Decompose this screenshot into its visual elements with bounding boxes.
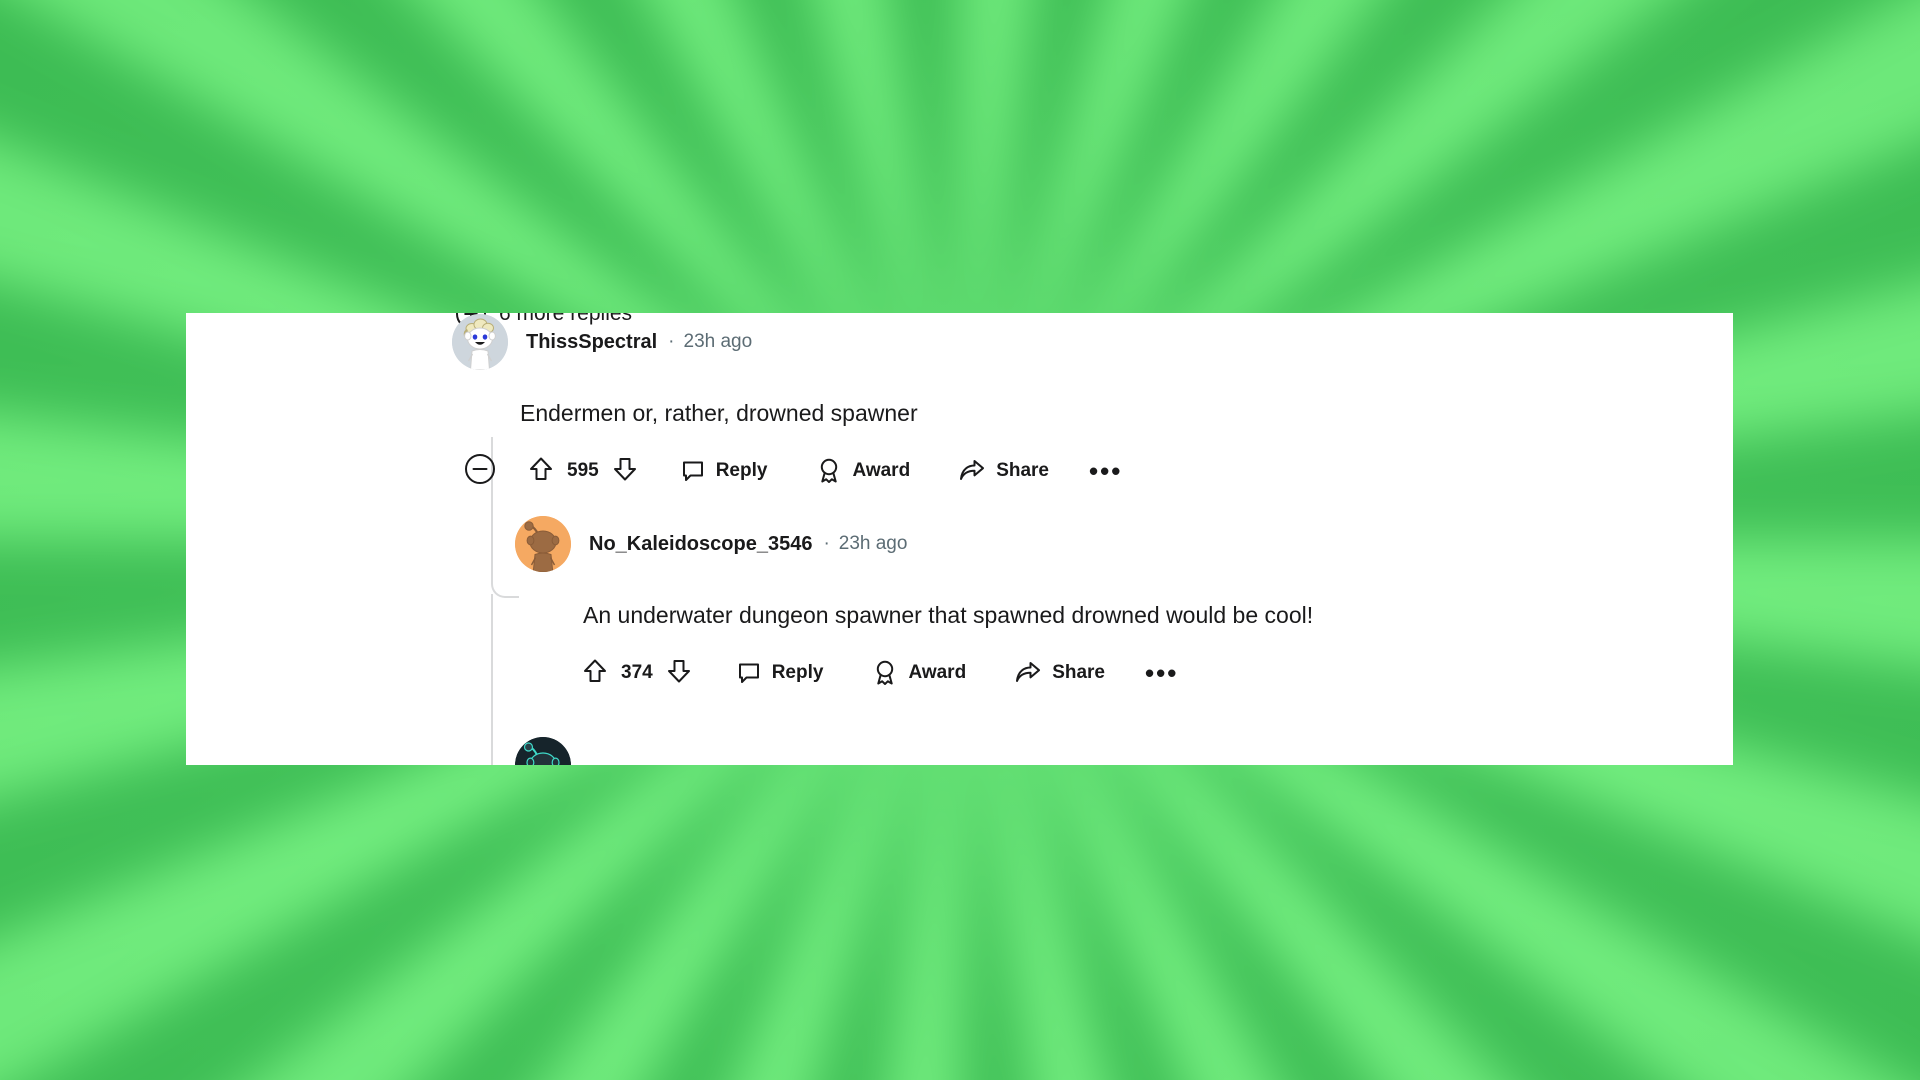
comment-body-text: Endermen or, rather, drowned spawner (520, 400, 918, 426)
share-button[interactable]: Share (959, 459, 1049, 483)
avatar-icon[interactable] (515, 737, 571, 765)
reply-label: Reply (771, 662, 824, 684)
separator-dot: · (668, 331, 675, 352)
award-label: Award (908, 662, 967, 684)
comment-timestamp: 23h ago (838, 533, 908, 554)
share-arrow-icon (1015, 661, 1041, 685)
share-arrow-icon (959, 459, 985, 483)
comment-thread-item: ThissSpectral · 23h ago Endermen or, rat… (186, 313, 1733, 491)
downvote-arrow-icon[interactable] (613, 456, 637, 487)
upvote-arrow-icon[interactable] (529, 456, 553, 487)
comment-action-bar: 374 Reply Award Share ••• (186, 653, 1733, 693)
comment-bubble-icon (681, 459, 705, 483)
award-ribbon-icon (873, 660, 897, 686)
more-options-icon[interactable]: ••• (1089, 458, 1122, 484)
snoo-avatar-icon[interactable] (452, 314, 508, 370)
comment-action-bar: 595 Reply Award Share ••• (186, 451, 1733, 491)
vote-group: 374 (583, 658, 691, 689)
reddit-comment-card: 6 more replies ThissSpectral · 23h ago E… (186, 313, 1733, 765)
snoo-avatar-icon[interactable] (515, 516, 571, 572)
comment-header: No_Kaleidoscope_3546 · 23h ago (186, 515, 1733, 573)
collapse-icon[interactable] (464, 453, 496, 490)
comment-timestamp: 23h ago (683, 331, 753, 352)
comment-body-text: An underwater dungeon spawner that spawn… (583, 602, 1314, 628)
comment-header: ThissSpectral · 23h ago (186, 313, 1733, 371)
vote-group: 595 (529, 456, 637, 487)
reply-button[interactable]: Reply (737, 661, 824, 685)
upvote-arrow-icon[interactable] (583, 658, 607, 689)
vote-score: 595 (567, 460, 599, 482)
award-label: Award (852, 460, 911, 482)
award-ribbon-icon (817, 458, 841, 484)
share-button[interactable]: Share (1015, 661, 1105, 685)
share-label: Share (1052, 662, 1105, 684)
downvote-arrow-icon[interactable] (667, 658, 691, 689)
comment-author-username[interactable]: No_Kaleidoscope_3546 (589, 533, 812, 556)
comment-thread-item: No_Kaleidoscope_3546 · 23h ago An underw… (186, 515, 1733, 693)
more-options-icon[interactable]: ••• (1145, 660, 1178, 686)
reply-label: Reply (715, 460, 768, 482)
share-label: Share (996, 460, 1049, 482)
comment-bubble-icon (737, 661, 761, 685)
comment-author-username[interactable]: ThissSpectral (526, 331, 657, 354)
award-button[interactable]: Award (873, 660, 966, 686)
reply-button[interactable]: Reply (681, 459, 768, 483)
separator-dot: · (823, 533, 830, 554)
award-button[interactable]: Award (817, 458, 910, 484)
vote-score: 374 (621, 662, 653, 684)
